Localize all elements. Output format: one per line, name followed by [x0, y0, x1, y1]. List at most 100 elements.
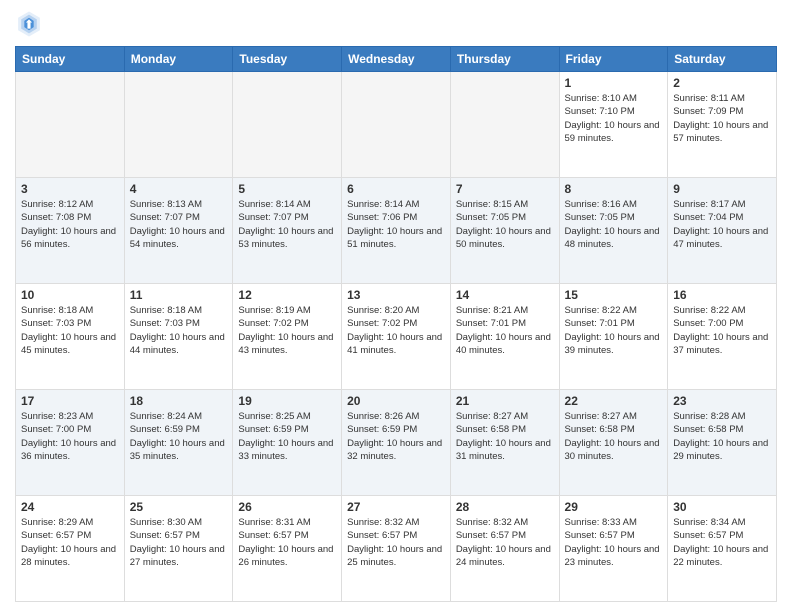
header-sunday: Sunday	[16, 47, 125, 72]
logo	[15, 10, 47, 38]
calendar-cell	[342, 72, 451, 178]
calendar-cell: 21 Sunrise: 8:27 AM Sunset: 6:58 PM Dayli…	[450, 390, 559, 496]
header-saturday: Saturday	[668, 47, 777, 72]
header-friday: Friday	[559, 47, 668, 72]
day-number: 18	[130, 394, 228, 408]
day-info: Sunrise: 8:30 AM Sunset: 6:57 PM Dayligh…	[130, 516, 228, 569]
day-number: 3	[21, 182, 119, 196]
calendar-week-1: 3 Sunrise: 8:12 AM Sunset: 7:08 PM Daylig…	[16, 178, 777, 284]
calendar-cell: 4 Sunrise: 8:13 AM Sunset: 7:07 PM Daylig…	[124, 178, 233, 284]
day-info: Sunrise: 8:25 AM Sunset: 6:59 PM Dayligh…	[238, 410, 336, 463]
day-info: Sunrise: 8:14 AM Sunset: 7:07 PM Dayligh…	[238, 198, 336, 251]
day-info: Sunrise: 8:27 AM Sunset: 6:58 PM Dayligh…	[565, 410, 663, 463]
day-number: 21	[456, 394, 554, 408]
header-wednesday: Wednesday	[342, 47, 451, 72]
day-number: 12	[238, 288, 336, 302]
day-number: 26	[238, 500, 336, 514]
day-info: Sunrise: 8:15 AM Sunset: 7:05 PM Dayligh…	[456, 198, 554, 251]
calendar-cell: 13 Sunrise: 8:20 AM Sunset: 7:02 PM Dayli…	[342, 284, 451, 390]
day-number: 2	[673, 76, 771, 90]
calendar-cell: 29Sunrise: 8:33 AM Sunset: 6:57 PM Dayli…	[559, 496, 668, 602]
day-info: Sunrise: 8:33 AM Sunset: 6:57 PM Dayligh…	[565, 516, 663, 569]
day-number: 10	[21, 288, 119, 302]
calendar-header: Sunday Monday Tuesday Wednesday Thursday…	[16, 47, 777, 72]
day-info: Sunrise: 8:19 AM Sunset: 7:02 PM Dayligh…	[238, 304, 336, 357]
day-info: Sunrise: 8:13 AM Sunset: 7:07 PM Dayligh…	[130, 198, 228, 251]
calendar-week-2: 10 Sunrise: 8:18 AM Sunset: 7:03 PM Dayli…	[16, 284, 777, 390]
calendar-cell: 30 Sunrise: 8:34 AM Sunset: 6:57 PM Dayli…	[668, 496, 777, 602]
day-info: Sunrise: 8:22 AM Sunset: 7:01 PM Dayligh…	[565, 304, 663, 357]
calendar-table: Sunday Monday Tuesday Wednesday Thursday…	[15, 46, 777, 602]
calendar-cell: 16 Sunrise: 8:22 AM Sunset: 7:00 PM Dayli…	[668, 284, 777, 390]
day-info: Sunrise: 8:21 AM Sunset: 7:01 PM Dayligh…	[456, 304, 554, 357]
calendar-cell: 6 Sunrise: 8:14 AM Sunset: 7:06 PM Daylig…	[342, 178, 451, 284]
header-thursday: Thursday	[450, 47, 559, 72]
day-info: Sunrise: 8:32 AM Sunset: 6:57 PM Dayligh…	[456, 516, 554, 569]
day-info: Sunrise: 8:34 AM Sunset: 6:57 PM Dayligh…	[673, 516, 771, 569]
day-info: Sunrise: 8:18 AM Sunset: 7:03 PM Dayligh…	[21, 304, 119, 357]
day-number: 4	[130, 182, 228, 196]
calendar-cell: 17Sunrise: 8:23 AM Sunset: 7:00 PM Dayli…	[16, 390, 125, 496]
day-info: Sunrise: 8:11 AM Sunset: 7:09 PM Dayligh…	[673, 92, 771, 145]
day-info: Sunrise: 8:22 AM Sunset: 7:00 PM Dayligh…	[673, 304, 771, 357]
calendar-week-4: 24 Sunrise: 8:29 AM Sunset: 6:57 PM Dayli…	[16, 496, 777, 602]
day-number: 14	[456, 288, 554, 302]
logo-icon	[15, 10, 43, 38]
day-info: Sunrise: 8:10 AM Sunset: 7:10 PM Dayligh…	[565, 92, 663, 145]
day-info: Sunrise: 8:28 AM Sunset: 6:58 PM Dayligh…	[673, 410, 771, 463]
day-info: Sunrise: 8:29 AM Sunset: 6:57 PM Dayligh…	[21, 516, 119, 569]
calendar-cell: 5 Sunrise: 8:14 AM Sunset: 7:07 PM Daylig…	[233, 178, 342, 284]
calendar-cell	[450, 72, 559, 178]
day-info: Sunrise: 8:32 AM Sunset: 6:57 PM Dayligh…	[347, 516, 445, 569]
calendar-cell: 12 Sunrise: 8:19 AM Sunset: 7:02 PM Dayli…	[233, 284, 342, 390]
day-number: 24	[21, 500, 119, 514]
header-tuesday: Tuesday	[233, 47, 342, 72]
header-monday: Monday	[124, 47, 233, 72]
calendar-body: 1 Sunrise: 8:10 AM Sunset: 7:10 PM Daylig…	[16, 72, 777, 602]
calendar-cell: 15Sunrise: 8:22 AM Sunset: 7:01 PM Dayli…	[559, 284, 668, 390]
calendar-cell: 22Sunrise: 8:27 AM Sunset: 6:58 PM Dayli…	[559, 390, 668, 496]
calendar-cell: 3 Sunrise: 8:12 AM Sunset: 7:08 PM Daylig…	[16, 178, 125, 284]
day-number: 11	[130, 288, 228, 302]
day-number: 8	[565, 182, 663, 196]
calendar-week-3: 17Sunrise: 8:23 AM Sunset: 7:00 PM Dayli…	[16, 390, 777, 496]
day-number: 20	[347, 394, 445, 408]
calendar-cell: 23 Sunrise: 8:28 AM Sunset: 6:58 PM Dayli…	[668, 390, 777, 496]
day-info: Sunrise: 8:20 AM Sunset: 7:02 PM Dayligh…	[347, 304, 445, 357]
day-info: Sunrise: 8:27 AM Sunset: 6:58 PM Dayligh…	[456, 410, 554, 463]
calendar-cell: 10 Sunrise: 8:18 AM Sunset: 7:03 PM Dayli…	[16, 284, 125, 390]
calendar-cell: 27 Sunrise: 8:32 AM Sunset: 6:57 PM Dayli…	[342, 496, 451, 602]
day-number: 28	[456, 500, 554, 514]
calendar-week-0: 1 Sunrise: 8:10 AM Sunset: 7:10 PM Daylig…	[16, 72, 777, 178]
day-number: 1	[565, 76, 663, 90]
day-info: Sunrise: 8:16 AM Sunset: 7:05 PM Dayligh…	[565, 198, 663, 251]
calendar-cell: 20Sunrise: 8:26 AM Sunset: 6:59 PM Dayli…	[342, 390, 451, 496]
calendar-cell: 28 Sunrise: 8:32 AM Sunset: 6:57 PM Dayli…	[450, 496, 559, 602]
day-info: Sunrise: 8:24 AM Sunset: 6:59 PM Dayligh…	[130, 410, 228, 463]
day-number: 19	[238, 394, 336, 408]
calendar-cell: 11Sunrise: 8:18 AM Sunset: 7:03 PM Dayli…	[124, 284, 233, 390]
day-info: Sunrise: 8:17 AM Sunset: 7:04 PM Dayligh…	[673, 198, 771, 251]
day-number: 16	[673, 288, 771, 302]
calendar-cell	[16, 72, 125, 178]
calendar-cell: 1 Sunrise: 8:10 AM Sunset: 7:10 PM Daylig…	[559, 72, 668, 178]
day-info: Sunrise: 8:12 AM Sunset: 7:08 PM Dayligh…	[21, 198, 119, 251]
header	[15, 10, 777, 38]
weekday-header-row: Sunday Monday Tuesday Wednesday Thursday…	[16, 47, 777, 72]
calendar-cell: 2 Sunrise: 8:11 AM Sunset: 7:09 PM Daylig…	[668, 72, 777, 178]
day-number: 5	[238, 182, 336, 196]
day-number: 23	[673, 394, 771, 408]
day-number: 17	[21, 394, 119, 408]
day-number: 27	[347, 500, 445, 514]
calendar-cell: 9 Sunrise: 8:17 AM Sunset: 7:04 PM Daylig…	[668, 178, 777, 284]
day-number: 7	[456, 182, 554, 196]
day-number: 9	[673, 182, 771, 196]
day-info: Sunrise: 8:14 AM Sunset: 7:06 PM Dayligh…	[347, 198, 445, 251]
day-number: 30	[673, 500, 771, 514]
calendar-cell	[233, 72, 342, 178]
calendar-cell	[124, 72, 233, 178]
day-number: 25	[130, 500, 228, 514]
day-number: 6	[347, 182, 445, 196]
day-info: Sunrise: 8:31 AM Sunset: 6:57 PM Dayligh…	[238, 516, 336, 569]
day-number: 13	[347, 288, 445, 302]
